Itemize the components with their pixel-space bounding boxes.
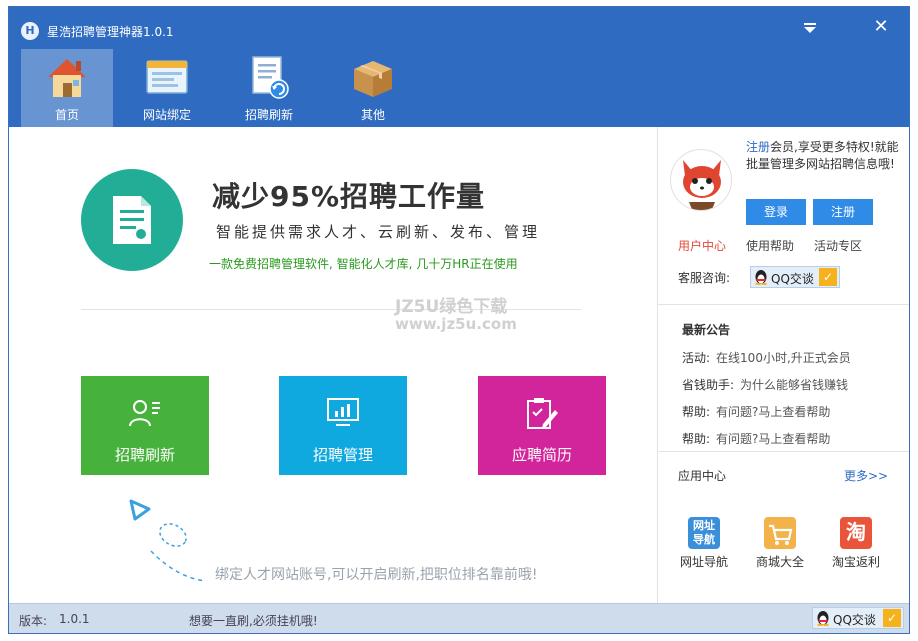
menu-dropdown-icon[interactable] [801, 19, 819, 37]
shopping-cart-icon [764, 517, 796, 549]
tile-recruit-manage[interactable]: 招聘管理 [279, 376, 407, 475]
document-refresh-icon [252, 56, 289, 99]
house-icon [48, 59, 86, 97]
user-center-link[interactable]: 用户中心 [678, 237, 726, 254]
nav-home-label: 首页 [54, 108, 79, 122]
version-label: 版本: [19, 614, 48, 628]
tile-applicant-resumes-label: 应聘简历 [511, 446, 572, 464]
login-button[interactable]: 登录 [746, 199, 806, 225]
watermark: JZ5U绿色下载 www.jz5u.com [395, 299, 517, 333]
qq-chat-label: QQ交谈 [833, 613, 876, 627]
watermark-line1: JZ5U绿色下载 [395, 297, 508, 317]
notice-item[interactable]: 帮助: 有问题?马上查看帮助 [682, 430, 830, 447]
nav-other-label: 其他 [360, 108, 385, 122]
taobao-icon: 淘 [840, 517, 872, 549]
tile-applicant-resumes[interactable]: 应聘简历 [478, 376, 606, 475]
tile-recruit-refresh[interactable]: 招聘刷新 [81, 376, 209, 475]
notice-key: 帮助: [682, 405, 711, 419]
qq-chat-button[interactable]: QQ交谈 ✓ [812, 607, 904, 629]
version-value: 1.0.1 [59, 612, 90, 626]
watermark-line2: www.jz5u.com [395, 315, 517, 333]
notice-value: 有问题?马上查看帮助 [716, 405, 831, 419]
hero-description: 一款免费招聘管理软件, 智能化人才库, 几十万HR正在使用 [209, 257, 518, 271]
hero-badge [81, 169, 183, 271]
app-logo-icon: H [21, 22, 39, 40]
close-icon[interactable]: ✕ [871, 17, 891, 37]
nav-recruit-refresh[interactable]: 招聘刷新 [223, 49, 315, 127]
nav-website-binding[interactable]: 网站绑定 [121, 49, 213, 127]
nav-recruit-refresh-label: 招聘刷新 [244, 108, 293, 122]
divider [658, 451, 909, 452]
home-main-panel: 减少95%招聘工作量 智能提供需求人才、云刷新、发布、管理 一款免费招聘管理软件… [9, 127, 657, 603]
fox-avatar-icon [683, 160, 721, 210]
tile-recruit-refresh-label: 招聘刷新 [114, 446, 175, 464]
usage-help-link[interactable]: 使用帮助 [746, 237, 794, 254]
qq-chat-button[interactable]: QQ交谈 ✓ [750, 266, 840, 288]
hero-title: 减少95%招聘工作量 [212, 180, 486, 213]
notice-key: 帮助: [682, 432, 711, 446]
service-label: 客服咨询: [678, 271, 731, 285]
binding-tip: 绑定人才网站账号,可以开启刷新,把职位排名靠前哦! [215, 567, 538, 583]
app-label: 淘宝返利 [831, 555, 880, 569]
activity-zone-link[interactable]: 活动专区 [814, 237, 862, 254]
promo-text: 注册会员,享受更多特权!就能批量管理多网站招聘信息哦! [746, 139, 902, 173]
more-apps-link[interactable]: 更多>> [844, 467, 888, 484]
promo-register-link[interactable]: 注册 [746, 140, 770, 154]
chart-monitor-icon [327, 398, 359, 426]
notice-item[interactable]: 帮助: 有问题?马上查看帮助 [682, 403, 830, 420]
person-list-icon [129, 400, 160, 427]
app-center-title: 应用中心 [678, 469, 727, 483]
nav-home[interactable]: 首页 [21, 49, 113, 127]
app-label: 网址导航 [679, 555, 728, 569]
notice-item[interactable]: 活动: 在线100小时,升正式会员 [682, 349, 851, 366]
status-tip: 想要一直刷,必须挂机哦! [189, 614, 318, 628]
register-button[interactable]: 注册 [813, 199, 873, 225]
tile-recruit-manage-label: 招聘管理 [312, 446, 373, 464]
shield-check-icon: ✓ [883, 609, 901, 627]
window-title: 星浩招聘管理神器1.0.1 [47, 25, 174, 39]
paper-plane-icon [129, 499, 206, 582]
window-icon [146, 60, 188, 94]
hero-subtitle: 智能提供需求人才、云刷新、发布、管理 [216, 223, 541, 241]
title-toolbar: H 星浩招聘管理神器1.0.1 ✕ 首页 网站绑定 招聘刷新 其他 [9, 7, 909, 127]
nav-website-binding-label: 网站绑定 [142, 108, 191, 122]
notice-value: 有问题?马上查看帮助 [716, 432, 831, 446]
side-panel: 注册会员,享受更多特权!就能批量管理多网站招聘信息哦! 登录 注册 用户中心 使… [657, 127, 909, 603]
app-label: 商城大全 [755, 555, 804, 569]
shield-check-icon: ✓ [819, 268, 837, 286]
clipboard-edit-icon [527, 398, 558, 429]
notice-value: 在线100小时,升正式会员 [716, 351, 851, 365]
url-nav-icon: 网址导航 [688, 517, 720, 549]
notice-title: 最新公告 [682, 323, 731, 337]
qq-chat-label: QQ交谈 [771, 272, 814, 286]
notice-value: 为什么能够省钱赚钱 [740, 378, 849, 392]
app-window: H 星浩招聘管理神器1.0.1 ✕ 首页 网站绑定 招聘刷新 其他 减少95%招… [8, 6, 910, 634]
notice-key: 省钱助手: [682, 378, 735, 392]
qq-penguin-icon [817, 611, 829, 626]
qq-penguin-icon [755, 270, 767, 285]
nav-other[interactable]: 其他 [327, 49, 419, 127]
avatar[interactable] [670, 149, 732, 211]
box-icon [354, 61, 392, 97]
notice-key: 活动: [682, 351, 711, 365]
status-bar: 版本: 1.0.1 想要一直刷,必须挂机哦! QQ交谈 ✓ [9, 603, 909, 633]
document-icon [113, 196, 151, 244]
notice-item[interactable]: 省钱助手: 为什么能够省钱赚钱 [682, 376, 848, 393]
divider [658, 304, 909, 305]
